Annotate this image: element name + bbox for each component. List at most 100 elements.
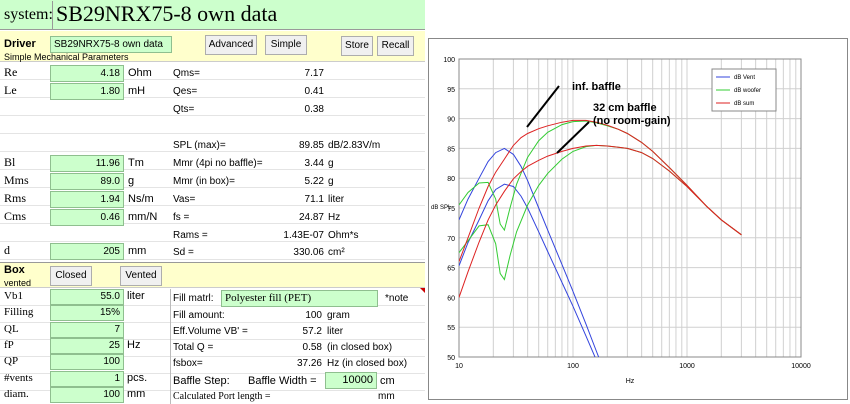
y-tick-label: 100 (443, 57, 455, 64)
box-label: Box (4, 264, 25, 276)
derived-param-label: Mmr (in box)= (173, 176, 235, 187)
fill-matrl-label: Fill matrl: (173, 293, 214, 304)
y-tick-label: 55 (447, 325, 455, 332)
y-tick-label: 85 (447, 146, 455, 153)
driver-label: Driver (4, 38, 36, 50)
baffle-width-unit: cm (380, 375, 395, 387)
derived-param-value: 5.22 (304, 176, 324, 187)
box-param-unit: pcs. (127, 371, 148, 384)
box-param-symbol: QL (4, 322, 19, 335)
y-tick-label: 70 (447, 236, 455, 243)
driver-subtitle: Simple Mechanical Parameters (4, 52, 129, 62)
vented-button[interactable]: Vented (120, 266, 162, 286)
box-param-field[interactable]: 25 (50, 337, 124, 354)
derived-param-label: Sd = (173, 247, 194, 258)
derived-param-label: fs = (173, 212, 190, 223)
annotation-inf-baffle: inf. baffle (572, 81, 621, 93)
box-param-unit: mm (127, 387, 146, 400)
box-sublabel: vented (4, 278, 32, 288)
box-param-symbol: Filling (4, 306, 34, 319)
eff-volume-unit: liter (327, 326, 344, 337)
param-unit: Tm (128, 157, 144, 169)
derived-param-label: Vas= (173, 194, 196, 205)
derived-param-unit: liter (328, 194, 345, 205)
derived-param-unit: cm² (328, 247, 345, 258)
baffle-width-label: Baffle Width = (248, 375, 317, 387)
param-value-field[interactable]: 1.94 (50, 191, 124, 208)
derived-param-label: Qms= (173, 68, 200, 79)
x-tick-label: 100 (567, 363, 579, 370)
legend-entry: dB sum (734, 101, 754, 107)
box-param-field[interactable]: 100 (50, 354, 124, 371)
total-q-value: 0.58 (302, 342, 322, 353)
derived-param-unit: Hz (328, 212, 341, 223)
box-param-symbol: QP (4, 355, 19, 368)
param-value-field[interactable]: 1.80 (50, 83, 124, 100)
chart-svg: 5055606570758085909510010 100 1000 10000Hzd… (431, 57, 811, 385)
param-symbol: Bl (4, 155, 16, 169)
x-tick-label: 10 (455, 363, 463, 370)
param-value-field[interactable]: 205 (50, 243, 124, 260)
fill-amount-value: 100 (305, 310, 322, 321)
y-tick-label: 80 (447, 176, 455, 183)
advanced-button[interactable]: Advanced (205, 35, 257, 55)
derived-param-label: SPL (max)= (173, 140, 226, 151)
store-button[interactable]: Store (341, 36, 373, 56)
x-tick-label: 10000 (791, 363, 811, 370)
baffle-width-field[interactable]: 10000 (325, 372, 377, 389)
param-unit: mm (128, 245, 147, 257)
param-symbol: d (4, 243, 10, 257)
series-line (459, 144, 742, 281)
derived-param-value: 89.85 (298, 140, 324, 151)
param-symbol: Cms (4, 209, 27, 223)
derived-param-unit: g (328, 176, 334, 187)
annotation-no-room-gain: (no room-gain) (593, 115, 671, 127)
param-value-field[interactable]: 4.18 (50, 65, 124, 82)
param-symbol: Mms (4, 173, 29, 187)
y-axis-label: dB SPL (431, 205, 452, 211)
simple-button[interactable]: Simple (265, 35, 307, 55)
derived-param-label: Qes= (173, 86, 198, 97)
derived-param-value: 7.17 (304, 68, 324, 79)
fill-amount-unit: gram (327, 310, 350, 321)
recall-button[interactable]: Recall (377, 36, 414, 56)
derived-param-value: 3.44 (304, 158, 324, 169)
series-line (459, 183, 596, 357)
x-tick-label: 1000 (679, 363, 695, 370)
driver-name-field[interactable]: SB29NRX75-8 own data (50, 36, 172, 53)
box-param-field[interactable]: 55.0 (50, 289, 124, 305)
derived-param-value: 71.1 (304, 194, 324, 205)
closed-button[interactable]: Closed (50, 266, 92, 286)
fill-material-field[interactable]: Polyester fill (PET) (221, 290, 378, 307)
derived-param-unit: Ohm*s (328, 230, 359, 241)
eff-volume-value: 57.2 (302, 326, 322, 337)
param-unit: mH (128, 85, 146, 97)
box-param-field[interactable]: 15% (50, 305, 124, 322)
fs-box-value: 37.26 (296, 358, 322, 369)
system-title: SB29NRX75-8 own data (56, 1, 278, 26)
annotation-32cm-baffle: 32 cm baffle (593, 102, 657, 114)
annotation-arrow (526, 85, 560, 128)
derived-param-unit: g (328, 158, 334, 169)
param-symbol: Re (4, 65, 18, 79)
fs-box-unit: Hz (in closed box) (327, 358, 408, 369)
column-divider (170, 289, 171, 404)
derived-param-value: 330.06 (293, 247, 324, 258)
series-group (459, 119, 742, 357)
box-param-field[interactable]: 7 (50, 321, 124, 338)
port-length-unit: mm (378, 391, 395, 402)
param-value-field[interactable]: 11.96 (50, 155, 124, 172)
param-value-field[interactable]: 0.46 (50, 209, 124, 226)
y-tick-label: 60 (447, 295, 455, 302)
param-unit: Ohm (128, 67, 152, 79)
x-axis-label: Hz (626, 378, 635, 385)
box-param-field[interactable]: 1 (50, 370, 124, 387)
box-param-field[interactable]: 100 (50, 386, 124, 403)
param-value-field[interactable]: 89.0 (50, 173, 124, 190)
legend-entry: dB Vent (734, 75, 755, 81)
y-tick-label: 95 (447, 87, 455, 94)
eff-volume-label: Eff.Volume VB' = (173, 326, 248, 337)
total-q-label: Total Q = (173, 342, 214, 353)
box-param-unit: Hz (127, 338, 141, 351)
derived-param-unit: dB/2.83V/m (328, 140, 381, 151)
